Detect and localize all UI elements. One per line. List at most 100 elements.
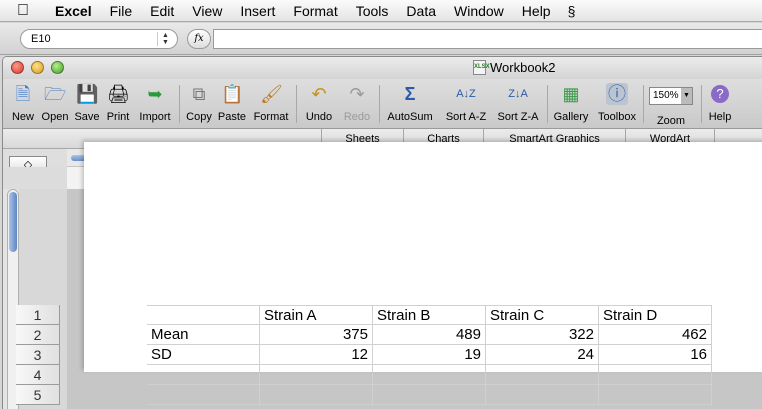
window-title-text: Workbook2 <box>490 60 556 75</box>
name-box[interactable]: E10 ▲ ▼ <box>20 29 178 49</box>
workbook-doc-icon: XLSX <box>473 60 490 75</box>
cell-e4[interactable] <box>599 365 712 385</box>
menu-file[interactable]: File <box>101 3 142 19</box>
zoom-value: 150% <box>653 90 679 101</box>
import-icon: ➥ <box>147 84 163 104</box>
menu-edit[interactable]: Edit <box>141 3 183 19</box>
undo-button[interactable]: ↶ Undo <box>301 83 337 129</box>
cell-b2[interactable]: 375 <box>260 325 373 345</box>
copy-button[interactable]: ⧉ Copy <box>183 83 215 129</box>
row-header-4[interactable]: 4 <box>16 365 60 385</box>
format-brush-icon: 🖌 <box>260 84 283 104</box>
standard-toolbar: 🗎 New 🗁 Open 💾 Save 🖨 Print ➥ Import ⧉ C… <box>3 79 762 129</box>
row-header-2[interactable]: 2 <box>16 325 60 345</box>
menu-format[interactable]: Format <box>284 3 346 19</box>
cell-d2[interactable]: 322 <box>486 325 599 345</box>
gallery-button[interactable]: ▦ Gallery <box>550 83 592 129</box>
script-menu-icon[interactable]: § <box>560 3 584 19</box>
cell-e3[interactable]: 16 <box>599 345 712 365</box>
table-row: Mean 375 489 322 462 <box>147 325 762 345</box>
menu-tools[interactable]: Tools <box>347 3 398 19</box>
save-button[interactable]: 💾 Save <box>71 83 103 129</box>
sort-descending-button[interactable]: Z↓A Sort Z-A <box>493 83 543 129</box>
cell-a2[interactable]: Mean <box>147 325 260 345</box>
sigma-icon: Σ <box>404 84 416 104</box>
cell-a1[interactable] <box>147 305 260 325</box>
name-box-value: E10 <box>31 33 51 45</box>
minimize-window-button[interactable] <box>31 61 44 74</box>
cell-d1[interactable]: Strain C <box>486 305 599 325</box>
cell-c5[interactable] <box>373 385 486 405</box>
toolbar-separator <box>547 85 548 123</box>
cell-b1[interactable]: Strain A <box>260 305 373 325</box>
table-row <box>147 365 762 385</box>
help-button[interactable]: ? Help <box>704 83 736 129</box>
toolbar-separator <box>643 85 644 123</box>
cell-c3[interactable]: 19 <box>373 345 486 365</box>
zoom-control[interactable]: 150% ▼ Zoom <box>646 83 696 129</box>
cell-c4[interactable] <box>373 365 486 385</box>
row-header-1[interactable]: 1 <box>16 305 60 325</box>
formula-bar: E10 ▲ ▼ fx <box>0 23 762 55</box>
name-box-stepper-icon[interactable]: ▲ ▼ <box>157 32 173 46</box>
help-icon: ? <box>711 85 729 103</box>
zoom-dropdown-icon[interactable]: ▼ <box>681 88 692 104</box>
cell-b5[interactable] <box>260 385 373 405</box>
cell-d5[interactable] <box>486 385 599 405</box>
redo-button[interactable]: ↷ Redo <box>339 83 375 129</box>
gallery-icon: ▦ <box>562 84 580 104</box>
autosum-button[interactable]: Σ AutoSum <box>384 83 436 129</box>
cell-e5[interactable] <box>599 385 712 405</box>
menu-app-name[interactable]: Excel <box>46 3 101 19</box>
printer-icon: 🖨 <box>107 84 130 104</box>
cell-a5[interactable] <box>147 385 260 405</box>
cell-grid: Strain A Strain B Strain C Strain D Mean… <box>147 305 762 409</box>
cell-d4[interactable] <box>486 365 599 385</box>
copy-icon: ⧉ <box>192 84 206 104</box>
toolbox-button[interactable]: ⓘ Toolbox <box>594 83 640 129</box>
cell-b3[interactable]: 12 <box>260 345 373 365</box>
floppy-disk-icon: 💾 <box>76 84 99 104</box>
row-header-5[interactable]: 5 <box>16 385 60 405</box>
vertical-ruler-marker[interactable] <box>9 192 17 252</box>
new-doc-icon: 🗎 <box>15 84 31 104</box>
print-button[interactable]: 🖨 Print <box>103 83 133 129</box>
zoom-icon[interactable]: 150% ▼ <box>649 87 693 105</box>
toolbar-separator <box>296 85 297 123</box>
paste-button[interactable]: 📋 Paste <box>216 83 248 129</box>
zoom-window-button[interactable] <box>51 61 64 74</box>
toolbar-separator <box>179 85 180 123</box>
cell-e2[interactable]: 462 <box>599 325 712 345</box>
undo-icon: ↶ <box>311 84 327 104</box>
function-button[interactable]: fx <box>187 29 211 49</box>
menu-bar:  Excel File Edit View Insert Format Too… <box>0 0 762 22</box>
menu-view[interactable]: View <box>183 3 231 19</box>
cell-a4[interactable] <box>147 365 260 385</box>
apple-menu-icon[interactable]:  <box>0 2 46 20</box>
cell-b4[interactable] <box>260 365 373 385</box>
cell-c1[interactable]: Strain B <box>373 305 486 325</box>
menu-help[interactable]: Help <box>513 3 560 19</box>
open-button[interactable]: 🗁 Open <box>39 83 71 129</box>
row-header-3[interactable]: 3 <box>16 345 60 365</box>
import-button[interactable]: ➥ Import <box>135 83 175 129</box>
toolbox-icon: ⓘ <box>606 83 628 105</box>
cell-c2[interactable]: 489 <box>373 325 486 345</box>
cell-d3[interactable]: 24 <box>486 345 599 365</box>
sort-ascending-button[interactable]: A↓Z Sort A-Z <box>441 83 491 129</box>
window-title: XLSX Workbook2 <box>473 60 556 75</box>
formula-input[interactable] <box>213 29 762 49</box>
toolbar-separator <box>701 85 702 123</box>
new-button[interactable]: 🗎 New <box>7 83 39 129</box>
cell-e1[interactable]: Strain D <box>599 305 712 325</box>
format-button[interactable]: 🖌 Format <box>251 83 291 129</box>
menu-data[interactable]: Data <box>397 3 445 19</box>
menu-window[interactable]: Window <box>445 3 513 19</box>
cell-a3[interactable]: SD <box>147 345 260 365</box>
redo-icon: ↷ <box>349 84 365 104</box>
toolbar-separator <box>379 85 380 123</box>
paste-icon: 📋 <box>221 84 244 104</box>
table-row: Strain A Strain B Strain C Strain D <box>147 305 762 325</box>
menu-insert[interactable]: Insert <box>231 3 284 19</box>
close-window-button[interactable] <box>11 61 24 74</box>
